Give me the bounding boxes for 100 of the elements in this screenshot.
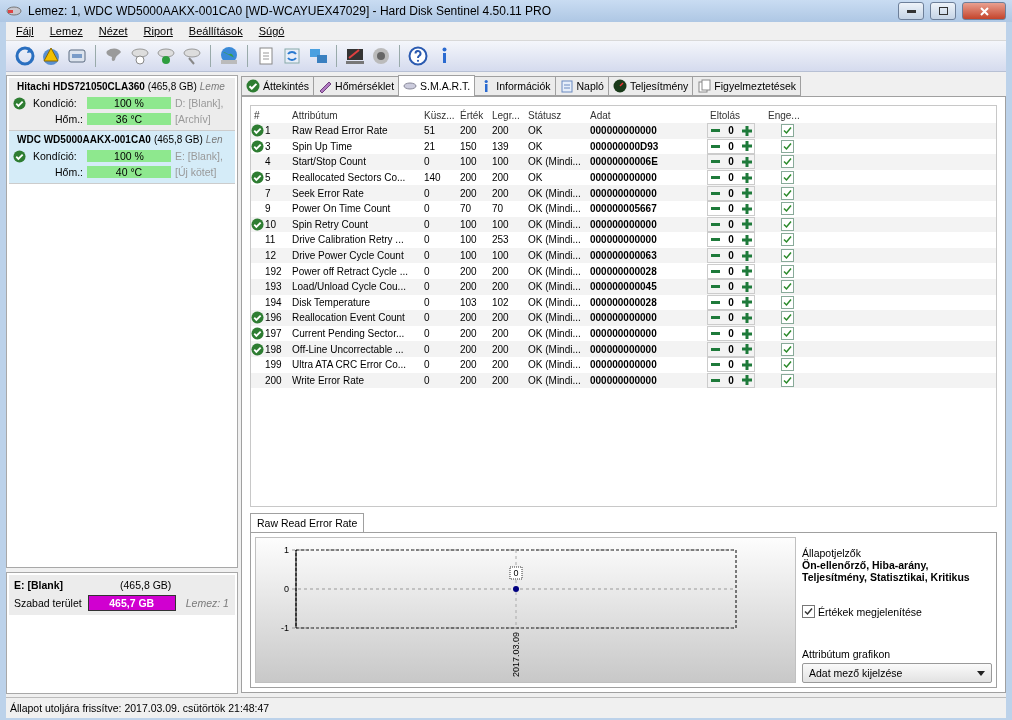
enable-checkbox[interactable] xyxy=(781,295,794,309)
enable-checkbox[interactable] xyxy=(781,171,794,185)
tab[interactable]: Hőmérséklet xyxy=(313,76,400,96)
disk-search-icon[interactable] xyxy=(181,45,203,67)
enable-checkbox[interactable] xyxy=(781,264,794,278)
offset-stepper[interactable]: 0 xyxy=(707,279,755,295)
refresh-icon[interactable] xyxy=(14,45,36,67)
disk-card[interactable]: Hitachi HDS721050CLA360 (465,8 GB) Leme Kondíció: 100 % D: [Blank], Hőm.: 36 °C [Archív] xyxy=(9,78,235,131)
column-header[interactable]: Attribútum xyxy=(289,110,421,121)
pages-icon xyxy=(697,79,712,93)
offset-stepper[interactable]: 0 xyxy=(707,123,755,139)
enable-checkbox[interactable] xyxy=(781,155,794,169)
enable-checkbox[interactable] xyxy=(781,311,794,325)
menu-item[interactable]: Lemez xyxy=(49,25,83,37)
show-values-checkbox[interactable] xyxy=(802,605,815,618)
plus-icon[interactable] xyxy=(740,202,754,216)
enable-checkbox[interactable] xyxy=(781,358,794,372)
speaker-icon[interactable] xyxy=(370,45,392,67)
sync-icon[interactable] xyxy=(281,45,303,67)
column-header[interactable]: Eltolás xyxy=(707,110,765,121)
tab[interactable]: Áttekintés xyxy=(241,76,315,96)
menu-item[interactable]: Riport xyxy=(143,25,173,37)
table-cell-text: Write Error Rate xyxy=(291,374,365,386)
help-icon[interactable] xyxy=(407,45,429,67)
graph-select[interactable]: Adat mező kijelzése xyxy=(802,663,992,683)
disk-clock-icon[interactable] xyxy=(129,45,151,67)
plus-icon[interactable] xyxy=(740,311,754,325)
table-row[interactable]: 4 Start/Stop Count 0 100 100 OK (Mindi... 00000000006E 0 xyxy=(251,154,996,170)
minimize-button[interactable] xyxy=(898,2,924,20)
disk-card[interactable]: WDC WD5000AAKX-001CA0 (465,8 GB) Len Kondíció: 100 % E: [Blank], Hőm.: 40 °C [Új kötet] xyxy=(9,131,235,184)
column-header[interactable]: # xyxy=(251,110,289,121)
plus-icon[interactable] xyxy=(740,155,754,169)
enable-checkbox[interactable] xyxy=(781,217,794,231)
table-row[interactable]: 1 Raw Read Error Rate 51 200 200 OK 000000000000 0 xyxy=(251,123,996,139)
tab[interactable]: S.M.A.R.T. xyxy=(398,75,476,96)
menu-item[interactable]: Fájl xyxy=(16,25,34,37)
offset-stepper[interactable]: 0 xyxy=(707,216,755,232)
offset-stepper[interactable]: 0 xyxy=(707,372,755,388)
offset-stepper[interactable]: 0 xyxy=(707,232,755,248)
offset-stepper[interactable]: 0 xyxy=(707,138,755,154)
enable-checkbox[interactable] xyxy=(781,233,794,247)
column-header[interactable]: Érték xyxy=(457,110,489,121)
column-header[interactable]: Küsz... xyxy=(421,110,457,121)
table-cell: 12 xyxy=(265,250,277,262)
offset-stepper[interactable]: 0 xyxy=(707,326,755,341)
offset-stepper[interactable]: 0 xyxy=(707,263,755,279)
warning-icon[interactable] xyxy=(40,45,62,67)
table-row[interactable]: 196 Reallocation Event Count 0 200 200 OK (Mindi... 000000000000 0 xyxy=(251,310,996,326)
plus-icon[interactable] xyxy=(740,264,754,278)
plus-icon[interactable] xyxy=(740,171,754,185)
tab[interactable]: Napló xyxy=(554,76,609,96)
indicators-label: Állapotjelzők xyxy=(802,547,861,559)
enable-checkbox[interactable] xyxy=(781,280,794,294)
plus-icon[interactable] xyxy=(740,342,754,356)
enable-checkbox[interactable] xyxy=(781,202,794,216)
volume-card[interactable]: E: [Blank] (465,8 GB) Szabad terület 465,7 GB Lemez: 1 xyxy=(9,575,235,615)
enable-checkbox[interactable] xyxy=(781,186,794,200)
plus-icon[interactable] xyxy=(740,327,754,340)
tab[interactable]: Teljesítmény xyxy=(607,76,694,96)
offset-stepper[interactable]: 0 xyxy=(707,341,755,357)
offset-stepper[interactable]: 0 xyxy=(707,357,755,373)
enable-checkbox[interactable] xyxy=(781,373,794,387)
enable-checkbox[interactable] xyxy=(781,342,794,356)
enable-checkbox[interactable] xyxy=(781,124,794,138)
offset-stepper[interactable]: 0 xyxy=(707,310,755,326)
tab[interactable]: Figyelmeztetések xyxy=(692,76,801,96)
offset-stepper[interactable]: 0 xyxy=(707,154,755,170)
offset-stepper[interactable]: 0 xyxy=(707,170,755,186)
tab[interactable]: Információk xyxy=(474,76,556,96)
plus-icon[interactable] xyxy=(740,217,754,231)
offset-stepper[interactable]: 0 xyxy=(707,248,755,264)
column-header[interactable]: Enge... xyxy=(765,110,815,121)
plus-icon[interactable] xyxy=(740,139,754,153)
column-header[interactable]: Legr... xyxy=(489,110,525,121)
close-button[interactable] xyxy=(962,2,1006,20)
offset-stepper[interactable]: 0 xyxy=(707,185,755,201)
menu-item[interactable]: Súgó xyxy=(258,25,285,37)
plus-icon[interactable] xyxy=(740,295,754,309)
plus-icon[interactable] xyxy=(740,233,754,247)
column-header[interactable]: Státusz xyxy=(525,110,587,121)
graph-tab[interactable]: Raw Read Error Rate xyxy=(250,513,365,532)
table-row[interactable]: 198 Off-Line Uncorrectable ... 0 200 200 OK (Mindi... 000000000000 0 xyxy=(251,341,996,357)
globe-icon[interactable] xyxy=(218,45,240,67)
enable-checkbox[interactable] xyxy=(781,327,794,340)
enable-checkbox[interactable] xyxy=(781,139,794,153)
plus-icon[interactable] xyxy=(740,358,754,372)
plus-icon[interactable] xyxy=(740,280,754,294)
menu-item[interactable]: Nézet xyxy=(98,25,128,37)
disk-check-icon[interactable] xyxy=(155,45,177,67)
maximize-button[interactable] xyxy=(930,2,956,20)
enable-checkbox[interactable] xyxy=(781,249,794,263)
offset-stepper[interactable]: 0 xyxy=(707,294,755,310)
plus-icon[interactable] xyxy=(740,124,754,138)
plus-icon[interactable] xyxy=(740,186,754,200)
offset-stepper[interactable]: 0 xyxy=(707,201,755,217)
table-row[interactable]: 7 Seek Error Rate 0 200 200 OK (Mindi... 000000000000 0 xyxy=(251,185,996,201)
plus-icon[interactable] xyxy=(740,249,754,263)
column-header[interactable]: Adat xyxy=(587,110,707,121)
menu-item[interactable]: Beállítások xyxy=(188,25,243,37)
plus-icon[interactable] xyxy=(740,373,754,387)
